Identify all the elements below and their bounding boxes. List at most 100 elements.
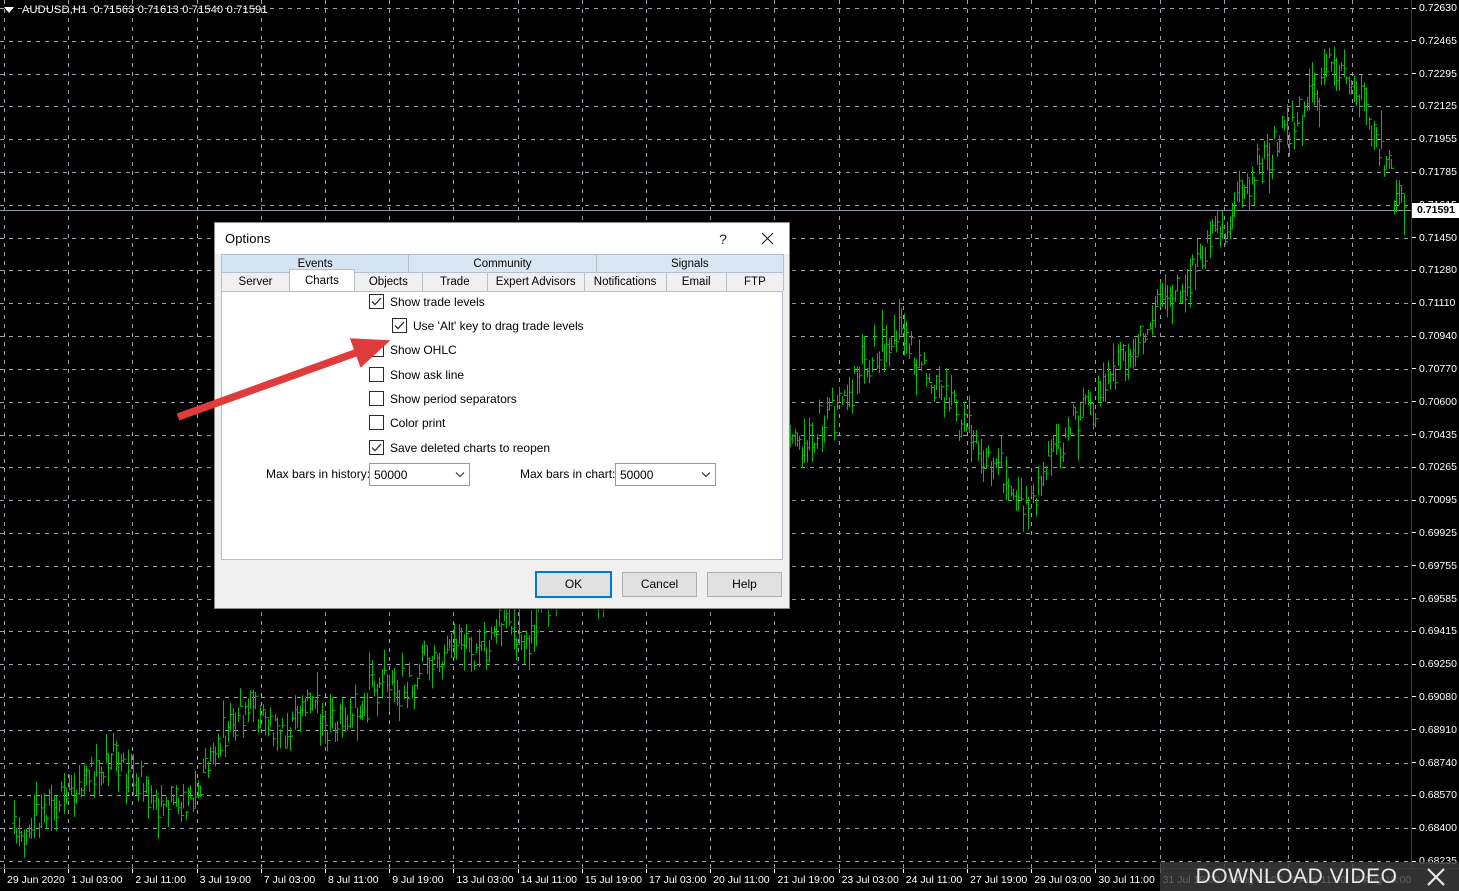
price-tick: 0.69755: [1412, 560, 1459, 572]
dialog-tabs[interactable]: Events Community Signals Server Charts Objec…: [215, 254, 789, 291]
cancel-button[interactable]: Cancel: [622, 571, 697, 597]
price-tick-mark: [1412, 434, 1416, 435]
time-tick-mark: [453, 869, 455, 873]
time-tick-mark: [967, 869, 968, 873]
price-tick-label: 0.71280: [1419, 264, 1457, 277]
dialog-button-bar: OK Cancel Help: [215, 560, 789, 608]
checkbox-save-deleted-charts-to-reopen[interactable]: Save deleted charts to reopen: [369, 440, 550, 455]
time-tick-mark: [260, 869, 262, 873]
time-tick-mark: [838, 869, 840, 873]
checkbox-use-alt-key-to-drag-trade-levels[interactable]: Use 'Alt' key to drag trade levels: [392, 318, 584, 333]
checkbox-show-ohlc[interactable]: Show OHLC: [369, 342, 457, 357]
price-tick-mark: [1412, 368, 1416, 370]
time-tick-mark: [646, 869, 647, 873]
current-price-tag: 0.71591: [1412, 202, 1459, 218]
price-tick: 0.72465: [1412, 35, 1459, 47]
chevron-down-icon[interactable]: [450, 471, 469, 478]
price-tick: 0.71110: [1412, 297, 1459, 309]
time-tick-label: 20 Jul 11:00: [713, 874, 770, 886]
price-tick-mark: [1412, 138, 1416, 140]
checkbox-show-ask-line[interactable]: Show ask line: [369, 367, 464, 382]
checkbox-show-period-separators[interactable]: Show period separators: [369, 391, 517, 406]
price-tick-label: 0.72630: [1419, 2, 1457, 14]
dialog-title: Options: [225, 231, 271, 246]
price-tick: 0.71785: [1412, 166, 1459, 178]
checkmark-icon[interactable]: [369, 294, 384, 309]
checkmark-icon[interactable]: [369, 440, 384, 455]
price-tick-label: 0.70265: [1419, 461, 1457, 474]
time-tick-label: 17 Jul 03:00: [649, 874, 707, 886]
price-tick-label: 0.71110: [1419, 297, 1456, 310]
price-tick-label: 0.69925: [1419, 526, 1457, 539]
tab-objects[interactable]: Objects: [353, 272, 423, 291]
price-tick: 0.70600: [1412, 396, 1459, 408]
price-tick-label: 0.71785: [1419, 166, 1457, 179]
checkbox-empty-icon[interactable]: [369, 415, 384, 430]
checkmark-icon[interactable]: [369, 342, 384, 357]
price-tick-mark: [1412, 302, 1416, 304]
tab-signals[interactable]: Signals: [595, 254, 784, 272]
time-tick-mark: [581, 869, 583, 873]
checkbox-label: Use 'Alt' key to drag trade levels: [413, 318, 584, 333]
tab-trade[interactable]: Trade: [421, 272, 488, 291]
price-tick: 0.69250: [1412, 658, 1459, 670]
price-tick: 0.71955: [1412, 133, 1459, 145]
price-tick-label: 0.72465: [1419, 34, 1457, 47]
checkbox-label: Save deleted charts to reopen: [390, 440, 551, 455]
max-bars-chart-select[interactable]: 50000: [615, 463, 716, 486]
tab-ftp[interactable]: FTP: [725, 272, 784, 291]
chart-ohlc-values: 0.71563 0.71613 0.71540 0.71591: [93, 4, 268, 16]
time-tick: 9 Jul 19:00: [389, 869, 444, 886]
tab-charts[interactable]: Charts: [288, 269, 355, 291]
price-tick-mark: [1412, 663, 1416, 665]
price-tick-label: 0.71955: [1419, 133, 1457, 146]
tab-community[interactable]: Community: [408, 254, 597, 272]
time-tick-mark: [774, 869, 776, 873]
price-tick: 0.71280: [1412, 264, 1459, 276]
options-dialog[interactable]: Options ? Events Community Signals Server C…: [214, 222, 790, 609]
chart-symbol-header: AUDUSD,H1 0.71563 0.71613 0.71540 0.7159…: [4, 4, 268, 16]
price-tick-mark: [1412, 827, 1416, 829]
price-tick-mark: [1412, 7, 1416, 9]
time-tick-label: 27 Jul 19:00: [970, 874, 1028, 886]
time-tick: 21 Jul 19:00: [774, 869, 835, 886]
checkbox-empty-icon[interactable]: [369, 391, 384, 406]
close-icon[interactable]: [745, 223, 789, 254]
price-tick: 0.72125: [1412, 100, 1459, 112]
time-tick: 29 Jul 03:00: [1031, 869, 1091, 886]
dialog-titlebar[interactable]: Options ?: [215, 223, 789, 254]
price-axis[interactable]: 0.72630 0.72465 0.72295 0.72125 0.71955 0.717…: [1411, 0, 1459, 868]
time-tick: 27 Jul 19:00: [967, 869, 1027, 886]
time-tick-mark: [196, 869, 198, 873]
help-button[interactable]: Help: [707, 571, 782, 597]
ok-button[interactable]: OK: [535, 570, 612, 598]
help-question-icon[interactable]: ?: [701, 223, 745, 254]
tab-expert-advisors[interactable]: Expert Advisors: [486, 272, 585, 291]
chart-symbol-label: AUDUSD,H1: [22, 4, 88, 16]
tab-server[interactable]: Server: [221, 272, 290, 291]
time-tick-label: 30 Jul 11:00: [1098, 874, 1155, 886]
time-tick: 8 Jul 11:00: [325, 869, 379, 886]
time-tick-label: 29 Jul 03:00: [1034, 874, 1092, 886]
max-bars-history-select[interactable]: 50000: [369, 463, 470, 486]
chevron-down-icon[interactable]: [696, 471, 715, 478]
checkbox-empty-icon[interactable]: [369, 367, 384, 382]
price-tick-mark: [1412, 237, 1416, 239]
time-tick: 7 Jul 03:00: [260, 869, 315, 886]
time-tick-mark: [132, 869, 134, 873]
price-tick: 0.70265: [1412, 461, 1459, 473]
price-tick: 0.70095: [1412, 494, 1459, 506]
download-video-overlay[interactable]: DOWNLOAD VIDEO: [1160, 862, 1459, 891]
chart-dropdown-arrow-icon[interactable]: [4, 7, 14, 13]
price-tick-mark: [1412, 335, 1416, 337]
checkbox-color-print[interactable]: Color print: [369, 415, 445, 430]
time-tick-label: 8 Jul 11:00: [328, 874, 379, 886]
checkmark-icon[interactable]: [392, 318, 407, 333]
time-tick-mark: [1095, 869, 1097, 873]
tab-email[interactable]: Email: [665, 272, 727, 291]
price-tick-mark: [1412, 466, 1416, 468]
tab-notifications[interactable]: Notifications: [583, 272, 667, 291]
checkbox-show-trade-levels[interactable]: Show trade levels: [369, 294, 485, 309]
max-bars-history-label: Max bars in history:: [266, 467, 371, 481]
close-icon[interactable]: [1413, 866, 1459, 888]
